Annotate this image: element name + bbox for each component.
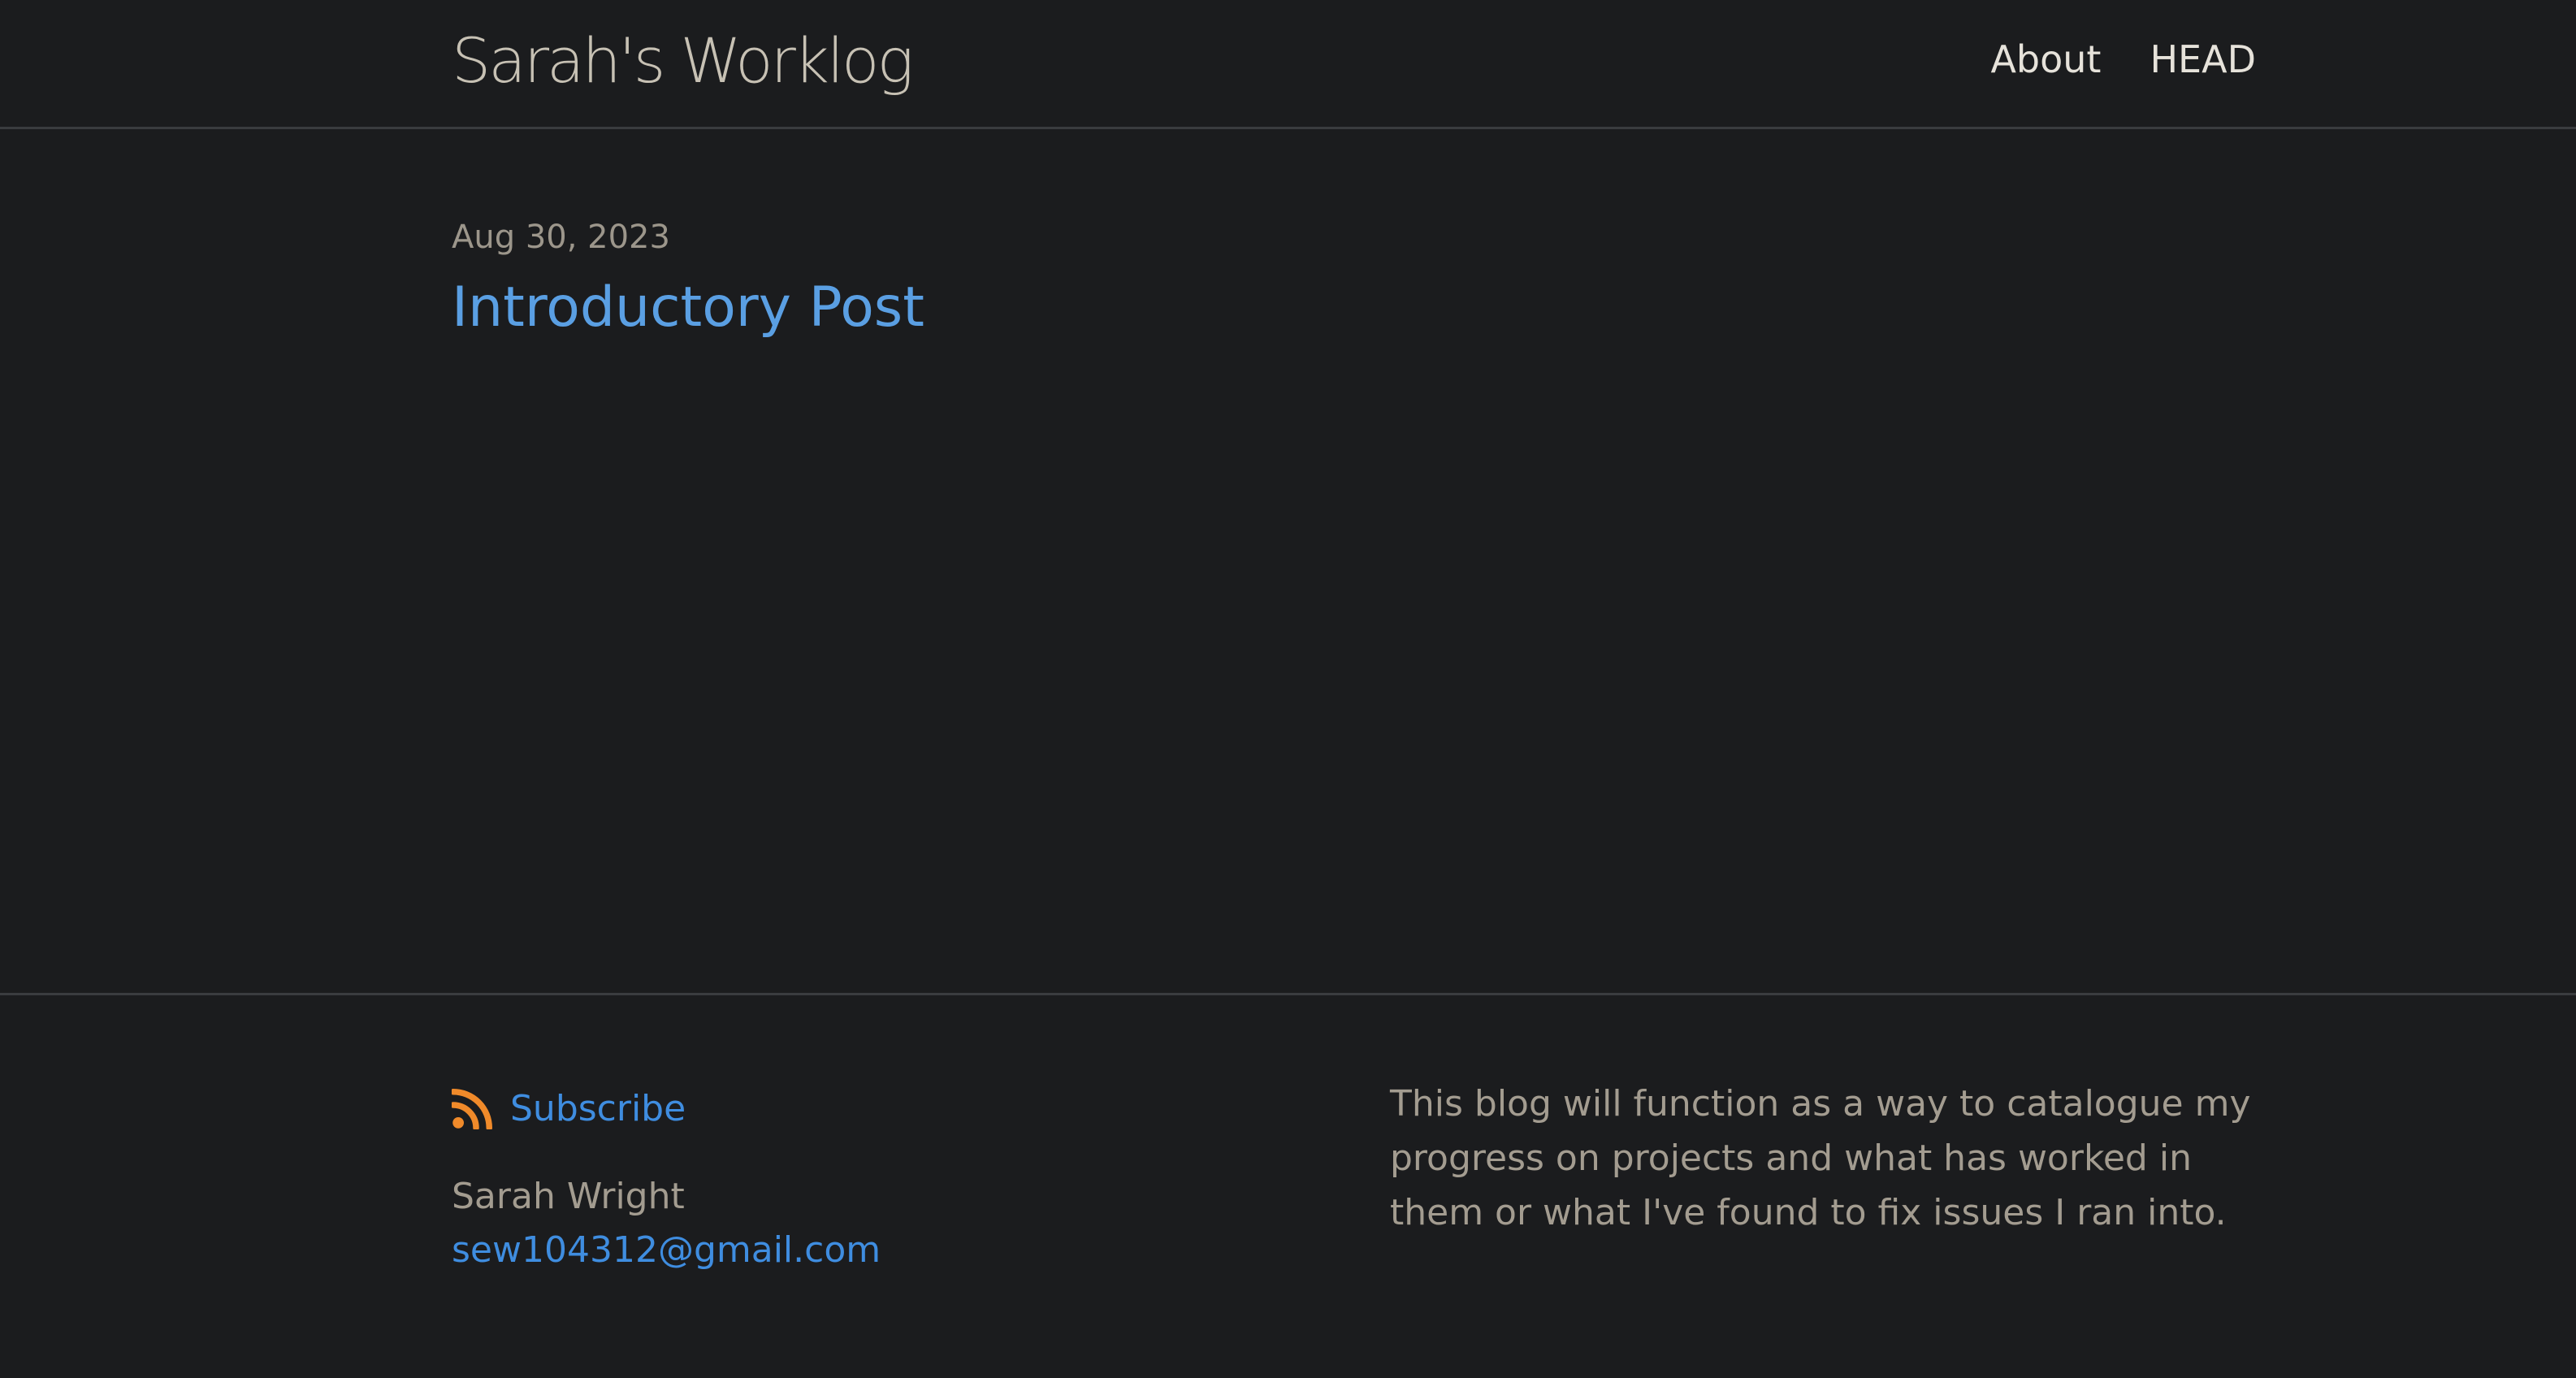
nav-link-about[interactable]: About (1990, 31, 2101, 88)
site-title-link[interactable]: Sarah's Worklog (452, 24, 914, 98)
author-email-link[interactable]: sew104312@gmail.com (452, 1224, 881, 1277)
post-date: Aug 30, 2023 (452, 219, 670, 256)
post-title-link[interactable]: Introductory Post (452, 273, 924, 343)
rss-icon[interactable] (452, 1089, 492, 1129)
subscribe-row[interactable]: Subscribe (452, 1081, 881, 1138)
site-header: Sarah's Worklog About HEAD (0, 0, 2576, 129)
subscribe-link[interactable]: Subscribe (510, 1081, 686, 1138)
post-list-item: Aug 30, 2023 Introductory Post (452, 213, 924, 343)
author-name: Sarah Wright (452, 1176, 685, 1217)
nav-link-head[interactable]: HEAD (2150, 31, 2256, 88)
site-nav: About HEAD (1990, 31, 2256, 88)
footer-contact: Subscribe Sarah Wright sew104312@gmail.c… (452, 1081, 881, 1277)
site-description: This blog will function as a way to cata… (1390, 1083, 2251, 1233)
site-footer: Subscribe Sarah Wright sew104312@gmail.c… (0, 993, 2576, 1378)
